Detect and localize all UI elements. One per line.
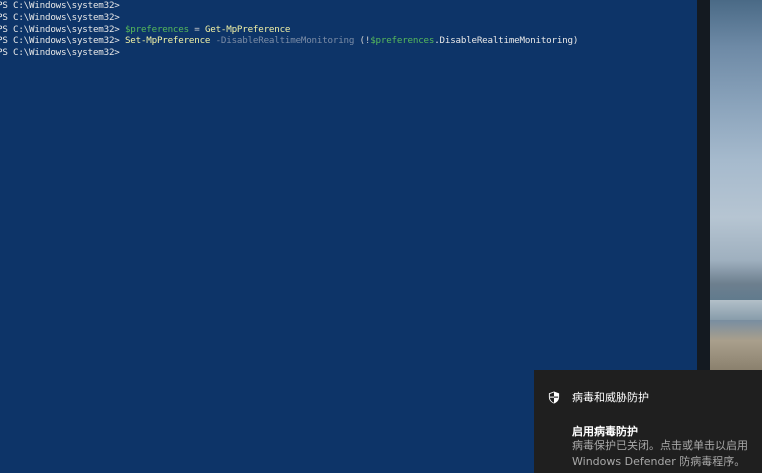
console-token: PS C:\Windows\system32>: [0, 23, 125, 35]
console-token: =: [188, 23, 205, 35]
console-line: PS C:\Windows\system32>: [0, 0, 578, 12]
console-output: PS C:\Windows\system32> PS C:\Windows\sys…: [0, 0, 578, 59]
console-line: PS C:\Windows\system32> $preferences = G…: [0, 24, 578, 36]
console-token: .DisableRealtimeMonitoring): [434, 35, 579, 47]
console-token: $preferences: [124, 23, 189, 35]
console-token: -DisableRealtimeMonitoring: [210, 35, 360, 47]
shield-icon: [548, 390, 560, 404]
console-line: PS C:\Windows\system32>: [0, 47, 578, 59]
toast-header: 病毒和威胁防护: [548, 389, 649, 405]
console-token: PS C:\Windows\system32>: [0, 11, 120, 23]
console-line: PS C:\Windows\system32>: [0, 12, 578, 24]
console-token: (!: [359, 35, 371, 47]
console-token: PS C:\Windows\system32>: [0, 35, 125, 47]
toast-body-line: 病毒保护已关闭。点击或单击以启用: [572, 439, 748, 452]
console-token: Get-MpPreference: [204, 23, 291, 35]
console-line: PS C:\Windows\system32> Set-MpPreference…: [0, 35, 578, 47]
console-token: Set-MpPreference: [124, 35, 211, 47]
console-token: $preferences: [370, 35, 435, 47]
console-token: PS C:\Windows\system32>: [0, 47, 120, 59]
toast-body-line: Windows Defender 防病毒程序。: [572, 455, 746, 468]
console-token: PS C:\Windows\system32>: [0, 0, 120, 11]
toast-app-name: 病毒和威胁防护: [572, 391, 649, 404]
toast-body: 病毒保护已关闭。点击或单击以启用 Windows Defender 防病毒程序。: [572, 438, 762, 470]
wallpaper-wave: [710, 300, 762, 320]
notification-toast[interactable]: 病毒和威胁防护 启用病毒防护 病毒保护已关闭。点击或单击以启用 Windows …: [534, 370, 762, 473]
toast-title: 启用病毒防护: [572, 425, 638, 438]
